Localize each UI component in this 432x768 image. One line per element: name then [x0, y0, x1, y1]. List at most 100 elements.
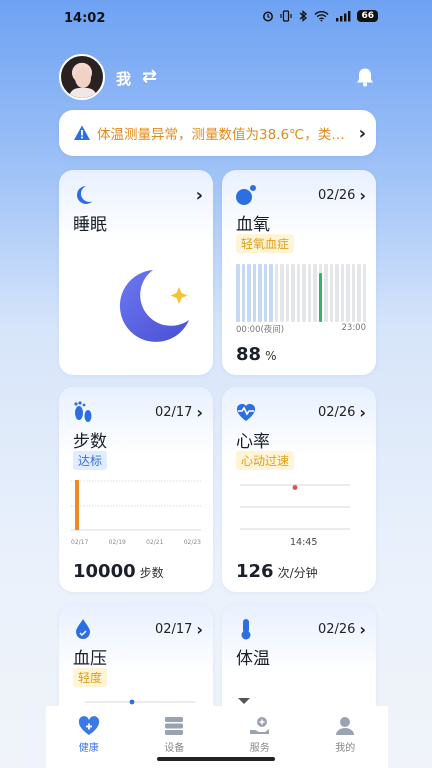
spo2-unit: % — [265, 349, 277, 363]
spo2-drop-icon — [236, 185, 256, 205]
steps-value: 10000 — [73, 561, 136, 582]
spo2-hour-bar — [285, 264, 289, 322]
steps-axis-label: 02/17 — [71, 539, 89, 546]
spo2-hour-bar — [318, 264, 322, 322]
temp-marker-icon — [238, 698, 250, 704]
bp-status-tag: 轻度 — [73, 668, 108, 687]
heart-value: 126 — [236, 561, 274, 582]
spo2-highlight-bar — [318, 273, 322, 322]
spo2-hour-bar — [346, 264, 350, 322]
tab-label: 健康 — [78, 743, 99, 754]
user-name[interactable]: 我 — [116, 68, 131, 89]
sleep-title: 睡眠 — [73, 215, 107, 235]
tab-mine[interactable]: 我的 — [303, 706, 389, 768]
chevron-right-icon: › — [359, 619, 366, 639]
tab-health[interactable]: 健康 — [46, 706, 132, 768]
spo2-hour-bar — [269, 264, 273, 322]
spo2-hour-bar — [247, 264, 251, 322]
avatar[interactable] — [59, 54, 105, 100]
spo2-hour-bar — [329, 264, 333, 322]
heart-data-point — [292, 485, 298, 490]
spo2-axis-start: 00:00(夜间) — [236, 325, 285, 335]
chevron-right-icon[interactable]: › — [196, 185, 203, 206]
battery-indicator: 66 — [357, 10, 378, 22]
spo2-hour-bar — [340, 264, 344, 322]
steps-card-header: 02/17 › — [71, 399, 203, 425]
spo2-hour-bar — [357, 264, 361, 322]
switch-user-icon[interactable]: ⇄ — [142, 66, 157, 87]
heart-pulse-icon — [237, 404, 255, 421]
avatar-face — [75, 68, 91, 88]
bp-date: 02/17 — [154, 621, 193, 637]
alert-text: 体温测量异常，测量数值为38.6℃，类别为... — [97, 127, 353, 143]
steps-unit: 步数 — [139, 566, 164, 580]
spo2-date-link[interactable]: 02/26 › — [318, 186, 366, 205]
steps-axis-label: 02/23 — [183, 539, 201, 546]
spo2-axis-end: 23:00 — [341, 323, 367, 333]
heart-plus-icon — [78, 716, 99, 735]
steps-value-line: 10000 步数 — [73, 561, 164, 582]
heart-date-link[interactable]: 02/26 › — [318, 403, 366, 422]
heart-title: 心率 — [236, 432, 270, 452]
tab-label: 设备 — [164, 743, 185, 754]
spo2-value-line: 88 % — [236, 344, 276, 365]
bp-data-point — [129, 699, 135, 705]
spo2-hour-bar — [291, 264, 295, 322]
spo2-hour-bar — [236, 264, 240, 322]
bp-title: 血压 — [73, 649, 107, 669]
spo2-title: 血氧 — [236, 215, 270, 235]
spo2-hour-bar — [351, 264, 355, 322]
steps-date: 02/17 — [154, 404, 193, 420]
bp-chart — [85, 699, 195, 705]
temp-date: 02/26 — [317, 621, 356, 637]
home-indicator — [157, 757, 275, 761]
spo2-card-header: 02/26 › — [234, 182, 366, 208]
person-icon — [336, 717, 355, 735]
sleep-moon-icon — [76, 185, 93, 204]
steps-axis-label: 02/19 — [108, 539, 126, 546]
hand-care-icon — [249, 717, 269, 734]
temp-date-link[interactable]: 02/26 › — [318, 620, 366, 639]
spo2-hour-bar — [362, 264, 366, 322]
spo2-chart — [236, 264, 366, 322]
steps-date-link[interactable]: 02/17 › — [155, 403, 203, 422]
spo2-hour-bar — [335, 264, 339, 322]
spo2-value: 88 — [236, 344, 262, 365]
footprint-icon — [74, 401, 92, 422]
spo2-hour-bar — [307, 264, 311, 322]
spo2-hour-bar — [258, 264, 262, 322]
sleep-card[interactable]: › 睡眠 — [59, 170, 213, 375]
spo2-hour-bar — [280, 264, 284, 322]
steps-chart — [71, 480, 201, 531]
status-icons: 66 — [262, 10, 378, 22]
device-stack-icon — [165, 717, 184, 735]
spo2-card[interactable]: 02/26 › 血氧 轻氧血症 00:00(夜间) 23:00 88 % — [222, 170, 376, 375]
temp-title: 体温 — [236, 649, 270, 669]
steps-bar — [75, 480, 79, 530]
spo2-hour-bar — [274, 264, 278, 322]
sleep-moon-illustration — [119, 270, 189, 342]
chevron-right-icon: › — [358, 122, 366, 144]
bluetooth-icon — [300, 10, 308, 22]
chevron-right-icon: › — [196, 402, 203, 422]
heart-card-header: 02/26 › — [234, 399, 366, 425]
tab-label: 我的 — [335, 743, 356, 754]
warning-icon — [74, 125, 90, 140]
spo2-axis: 00:00(夜间) 23:00 — [236, 323, 366, 335]
thermometer-icon — [241, 619, 251, 640]
chevron-right-icon: › — [196, 619, 203, 639]
heart-time-label: 14:45 — [290, 537, 318, 548]
steps-axis: 02/17 02/19 02/21 02/23 — [71, 539, 201, 546]
heart-card[interactable]: 02/26 › 心率 心动过速 14:45 126 次/分钟 — [222, 387, 376, 592]
bell-icon[interactable] — [354, 66, 376, 88]
alert-banner[interactable]: 体温测量异常，测量数值为38.6℃，类别为... › — [59, 110, 376, 156]
heart-chart — [240, 484, 350, 530]
steps-card[interactable]: 02/17 › 步数 达标 02/17 02/19 02/21 02/23 10000… — [59, 387, 213, 592]
bp-date-link[interactable]: 02/17 › — [155, 620, 203, 639]
chevron-right-icon: › — [359, 402, 366, 422]
spo2-date: 02/26 — [317, 187, 356, 203]
steps-axis-label: 02/21 — [146, 539, 164, 546]
signal-icon — [336, 11, 351, 22]
bp-card-header: 02/17 › — [71, 616, 203, 642]
status-bar: 14:02 66 — [46, 0, 388, 38]
